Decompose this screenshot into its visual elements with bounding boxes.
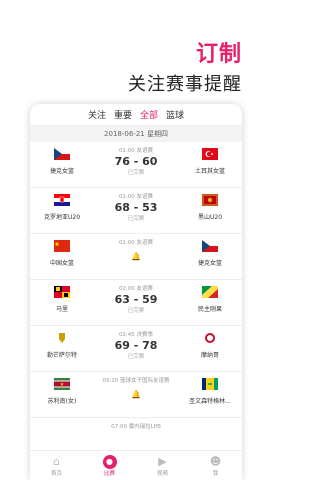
home-team: 勒芒萨尔特 — [32, 332, 92, 359]
date-header: 2018-06-21 星期四 — [30, 126, 242, 142]
league-name: 友谊赛 — [136, 240, 154, 246]
match-time: 02:00 — [118, 286, 135, 292]
team-name: 捷克女篮 — [49, 168, 74, 175]
match-row[interactable]: 捷克女篮 01:00 友谊赛 76 - 60 已完赛 土耳其女篮 — [30, 142, 242, 188]
match-row[interactable]: 马里 02:00 友谊赛 63 - 59 已完赛 民主刚果 — [30, 280, 242, 326]
away-team: 土耳其女篮 — [180, 148, 240, 175]
user-icon: ☻ — [209, 454, 222, 468]
bell-icon[interactable]: 🔔 — [90, 252, 182, 261]
score: 69 - 78 — [114, 339, 158, 352]
match-info: 03:20 篮球女子国际友谊赛 🔔 — [90, 376, 182, 399]
match-list[interactable]: 捷克女篮 01:00 友谊赛 76 - 60 已完赛 土耳其女篮 克罗地亚U20… — [30, 142, 242, 450]
tab-basketball[interactable]: 篮球 — [166, 108, 184, 121]
team-name: 勒芒萨尔特 — [46, 352, 77, 359]
league-name: 委内瑞拉LPB — [128, 424, 161, 430]
nav-profile[interactable]: ☻ 我 — [196, 455, 236, 477]
czech-flag-icon — [54, 148, 70, 160]
suriname-flag-icon — [54, 378, 70, 390]
match-row[interactable]: 07:00 委内瑞拉LPB — [30, 418, 242, 450]
team-name: 黑山U20 — [197, 214, 223, 221]
czech-flag-icon — [202, 240, 218, 252]
bottom-nav: ⌂ 首页 ● 比赛 ▶ 视频 ☻ 我 — [30, 450, 242, 480]
team-crest-icon — [59, 333, 65, 343]
team-crest-icon — [205, 333, 215, 343]
team-name: 圣文森特格林... — [189, 398, 231, 405]
match-info: 01:00 友谊赛 76 - 60 已完赛 — [90, 146, 182, 176]
match-row[interactable]: 中国女篮 01:00 友谊赛 🔔 捷克女篮 — [30, 234, 242, 280]
montenegro-flag-icon — [202, 194, 218, 206]
team-name: 中国女篮 — [49, 260, 74, 267]
filter-tabs: 关注 重要 全部 篮球 — [30, 104, 242, 126]
team-name: 捷克女篮 — [197, 260, 222, 267]
team-name: 马里 — [55, 306, 68, 313]
nav-label: 我 — [212, 470, 219, 477]
match-time: 01:00 — [118, 240, 135, 246]
match-info: 02:00 友谊赛 63 - 59 已完赛 — [90, 284, 182, 314]
team-name: 土耳其女篮 — [194, 168, 225, 175]
away-team: 民主刚果 — [180, 286, 240, 313]
congo-flag-icon — [202, 286, 218, 298]
croatia-flag-icon — [54, 194, 70, 206]
promo-subtitle: 关注赛事提醒 — [128, 74, 242, 95]
tab-important[interactable]: 重要 — [114, 108, 132, 121]
promo-header: 订制 关注赛事提醒 — [0, 0, 270, 100]
match-info: 02:45 决赛季 69 - 78 已完赛 — [90, 330, 182, 360]
bell-icon[interactable]: 🔔 — [90, 390, 182, 399]
team-name: 苏利南(女) — [47, 398, 77, 405]
turkey-flag-icon — [202, 148, 218, 160]
home-team: 克罗地亚U20 — [32, 194, 92, 221]
team-name: 民主刚果 — [197, 306, 222, 313]
score: 63 - 59 — [114, 293, 158, 306]
league-name: 篮球女子国际友谊赛 — [120, 378, 170, 384]
tab-all[interactable]: 全部 — [140, 108, 158, 121]
score: 76 - 60 — [114, 155, 158, 168]
nav-label: 比赛 — [103, 470, 115, 477]
team-name: 摩纳哥 — [200, 352, 219, 359]
nav-video[interactable]: ▶ 视频 — [143, 455, 183, 477]
home-team: 捷克女篮 — [32, 148, 92, 175]
match-time: 01:00 — [118, 148, 135, 154]
match-row[interactable]: 勒芒萨尔特 02:45 决赛季 69 - 78 已完赛 摩纳哥 — [30, 326, 242, 372]
match-time: 07:00 — [111, 424, 127, 430]
match-status: 已完赛 — [127, 308, 145, 314]
china-flag-icon — [54, 240, 70, 252]
home-team: 中国女篮 — [32, 240, 92, 267]
match-info: 01:00 友谊赛 68 - 53 已完赛 — [90, 192, 182, 222]
match-time: 01:00 — [118, 194, 135, 200]
maryland-flag-icon — [54, 286, 70, 298]
nav-home[interactable]: ⌂ 首页 — [37, 455, 77, 477]
away-team: 摩纳哥 — [180, 332, 240, 359]
match-status: 已完赛 — [127, 216, 145, 222]
match-info: 07:00 委内瑞拉LPB — [90, 422, 182, 430]
nav-label: 首页 — [50, 470, 62, 477]
league-name: 决赛季 — [136, 332, 154, 338]
away-team: 捷克女篮 — [180, 240, 240, 267]
home-icon: ⌂ — [53, 454, 60, 468]
match-time: 03:20 — [102, 378, 119, 384]
match-status: 已完赛 — [127, 170, 145, 176]
match-row[interactable]: 苏利南(女) 03:20 篮球女子国际友谊赛 🔔 圣文森特格林... — [30, 372, 242, 418]
saint-vincent-flag-icon — [202, 378, 218, 390]
nav-label: 视频 — [156, 470, 168, 477]
match-info: 01:00 友谊赛 🔔 — [90, 238, 182, 261]
phone-screen: 关注 重要 全部 篮球 2018-06-21 星期四 捷克女篮 01:00 友谊… — [30, 104, 242, 480]
promo-title: 订制 — [195, 42, 242, 67]
score: 68 - 53 — [114, 201, 158, 214]
away-team: 黑山U20 — [180, 194, 240, 221]
match-row[interactable]: 克罗地亚U20 01:00 友谊赛 68 - 53 已完赛 黑山U20 — [30, 188, 242, 234]
match-icon: ● — [102, 454, 117, 469]
league-name: 友谊赛 — [136, 194, 154, 200]
home-team: 马里 — [32, 286, 92, 313]
league-name: 友谊赛 — [136, 286, 154, 292]
team-name: 克罗地亚U20 — [43, 214, 81, 221]
league-name: 友谊赛 — [136, 148, 154, 154]
video-icon: ▶ — [158, 454, 167, 468]
match-time: 02:45 — [118, 332, 135, 338]
match-status: 已完赛 — [127, 354, 145, 360]
tab-follow[interactable]: 关注 — [88, 108, 106, 121]
home-team: 苏利南(女) — [32, 378, 92, 405]
nav-matches[interactable]: ● 比赛 — [90, 454, 130, 477]
away-team: 圣文森特格林... — [180, 378, 240, 405]
